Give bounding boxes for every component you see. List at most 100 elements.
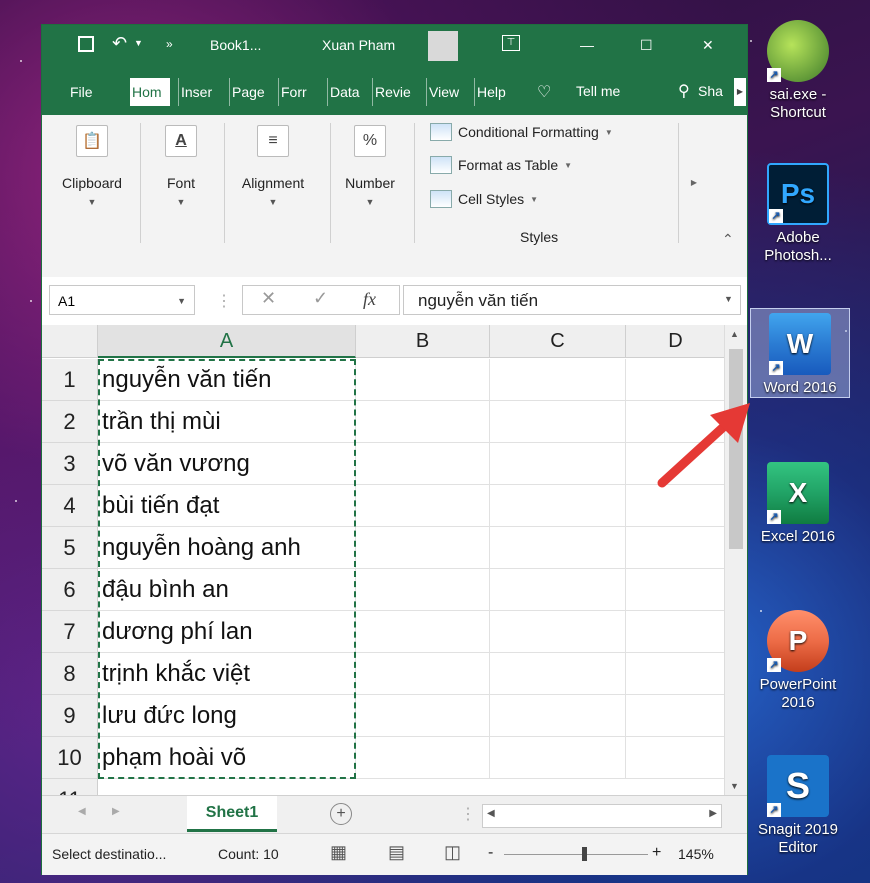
cell-a[interactable]: võ văn vương <box>98 443 356 485</box>
cell-a[interactable]: phạm hoài võ <box>98 737 356 779</box>
tell-me-box[interactable]: Tell me <box>576 83 620 99</box>
column-header-d[interactable]: D <box>626 325 726 358</box>
formula-input[interactable]: nguyễn văn tiến <box>403 285 741 315</box>
spreadsheet-grid[interactable]: A B C D 1 nguyễn văn tiến 2 trần thị mùi… <box>42 325 747 795</box>
ribbon-scroll-right-icon[interactable]: ▶ <box>687 123 701 243</box>
cell-c[interactable] <box>490 443 626 485</box>
cancel-icon[interactable]: ✕ <box>261 288 276 309</box>
cell-a[interactable]: trần thị mùi <box>98 401 356 443</box>
tab-home[interactable]: Hom <box>130 78 170 106</box>
row-header[interactable]: 5 <box>42 527 98 569</box>
cell-c[interactable] <box>490 653 626 695</box>
cell-c[interactable] <box>490 695 626 737</box>
desktop-icon-snagit[interactable]: S ↗ Snagit 2019 Editor <box>748 755 848 857</box>
cell-d[interactable] <box>626 569 726 611</box>
zoom-in-button[interactable]: + <box>652 844 661 862</box>
cell-c[interactable] <box>490 359 626 401</box>
cell-c[interactable] <box>490 569 626 611</box>
share-icon[interactable]: ⚲ <box>678 81 690 101</box>
cell-a[interactable]: dương phí lan <box>98 611 356 653</box>
more-icon[interactable]: » <box>166 37 173 51</box>
zoom-slider-thumb[interactable] <box>582 847 587 861</box>
cell-b[interactable] <box>356 569 490 611</box>
scroll-right-icon[interactable]: ▶ <box>709 808 717 819</box>
tab-formulas[interactable]: Forr <box>278 78 321 106</box>
cell-b[interactable] <box>356 737 490 779</box>
desktop-icon-word[interactable]: W ↗ Word 2016 <box>750 308 850 398</box>
cell-b[interactable] <box>356 443 490 485</box>
minimize-button[interactable]: — <box>580 37 594 53</box>
column-header-b[interactable]: B <box>356 325 490 358</box>
tab-data[interactable]: Data <box>327 78 368 106</box>
row-header[interactable]: 1 <box>42 359 98 401</box>
cell-b[interactable] <box>356 485 490 527</box>
cell-a[interactable]: đậu bình an <box>98 569 356 611</box>
cell-a[interactable]: lưu đức long <box>98 695 356 737</box>
row-header[interactable]: 3 <box>42 443 98 485</box>
enter-icon[interactable]: ✓ <box>313 288 328 309</box>
desktop-icon-photoshop[interactable]: Ps ↗ Adobe Photosh... <box>748 163 848 265</box>
cell-a[interactable]: nguyễn văn tiến <box>98 359 356 401</box>
row-header[interactable]: 7 <box>42 611 98 653</box>
prev-sheet-icon[interactable]: ◀ <box>78 806 86 817</box>
row-header[interactable]: 2 <box>42 401 98 443</box>
horizontal-scrollbar[interactable]: ◀ ▶ <box>482 804 722 828</box>
save-icon[interactable] <box>78 36 94 52</box>
clipboard-group[interactable]: 📋 Clipboard ▼ <box>52 125 132 207</box>
font-group[interactable]: A Font ▼ <box>146 125 216 207</box>
desktop-icon-excel[interactable]: X ↗ Excel 2016 <box>748 462 848 546</box>
scroll-down-icon[interactable]: ▼ <box>730 781 739 791</box>
zoom-level[interactable]: 145% <box>678 846 714 862</box>
collapse-ribbon-icon[interactable]: ⌃ <box>722 231 734 248</box>
desktop-icon-sai[interactable]: ↗ sai.exe - Shortcut <box>748 20 848 122</box>
cell-d[interactable] <box>626 653 726 695</box>
scroll-up-icon[interactable]: ▲ <box>730 329 739 339</box>
page-break-view-icon[interactable]: ◫ <box>444 842 461 863</box>
cell-b[interactable] <box>356 527 490 569</box>
zoom-out-button[interactable]: - <box>488 844 493 862</box>
chevron-down-icon[interactable]: ▼ <box>177 286 186 316</box>
cell-c[interactable] <box>490 737 626 779</box>
cell-b[interactable] <box>356 695 490 737</box>
column-header-c[interactable]: C <box>490 325 626 358</box>
cell-b[interactable] <box>356 401 490 443</box>
tab-review[interactable]: Revie <box>372 78 421 106</box>
cell-a[interactable]: trịnh khắc việt <box>98 653 356 695</box>
row-header[interactable]: 10 <box>42 737 98 779</box>
cell-a[interactable]: bùi tiến đạt <box>98 485 356 527</box>
normal-view-icon[interactable]: ▦ <box>330 842 347 863</box>
expand-formula-icon[interactable]: ▼ <box>724 294 733 304</box>
row-header[interactable]: 4 <box>42 485 98 527</box>
cell-d[interactable] <box>626 527 726 569</box>
next-sheet-icon[interactable]: ▶ <box>112 806 120 817</box>
lightbulb-icon[interactable]: ♡ <box>537 82 551 102</box>
conditional-formatting-button[interactable]: Conditional Formatting ▼ <box>430 123 613 141</box>
tab-page-layout[interactable]: Page <box>229 78 272 106</box>
row-header[interactable]: 11 <box>42 779 98 795</box>
cell-b[interactable] <box>356 611 490 653</box>
cell-c[interactable] <box>490 401 626 443</box>
row-header[interactable]: 8 <box>42 653 98 695</box>
cell-b[interactable] <box>356 359 490 401</box>
scroll-left-icon[interactable]: ◀ <box>487 808 495 819</box>
alignment-group[interactable]: ≡ Alignment ▼ <box>228 125 318 207</box>
page-layout-view-icon[interactable]: ▤ <box>388 842 405 863</box>
tab-insert[interactable]: Inser <box>178 78 223 106</box>
insert-function-icon[interactable]: fx <box>363 289 376 310</box>
cell-c[interactable] <box>490 485 626 527</box>
column-header-a[interactable]: A <box>98 325 356 358</box>
close-button[interactable]: ✕ <box>702 37 714 54</box>
number-group[interactable]: % Number ▼ <box>332 125 408 207</box>
user-avatar[interactable] <box>428 31 458 61</box>
row-header[interactable]: 6 <box>42 569 98 611</box>
select-all-corner[interactable] <box>42 325 98 358</box>
tab-help[interactable]: Help <box>474 78 515 106</box>
zoom-slider[interactable] <box>504 847 648 861</box>
undo-icon[interactable]: ↶ <box>112 33 127 54</box>
row-header[interactable]: 9 <box>42 695 98 737</box>
name-box[interactable]: A1 ▼ <box>49 285 195 315</box>
cell-d[interactable] <box>626 737 726 779</box>
maximize-button[interactable]: ☐ <box>640 37 653 54</box>
cell-c[interactable] <box>490 611 626 653</box>
desktop-icon-powerpoint[interactable]: P ↗ PowerPoint 2016 <box>748 610 848 712</box>
